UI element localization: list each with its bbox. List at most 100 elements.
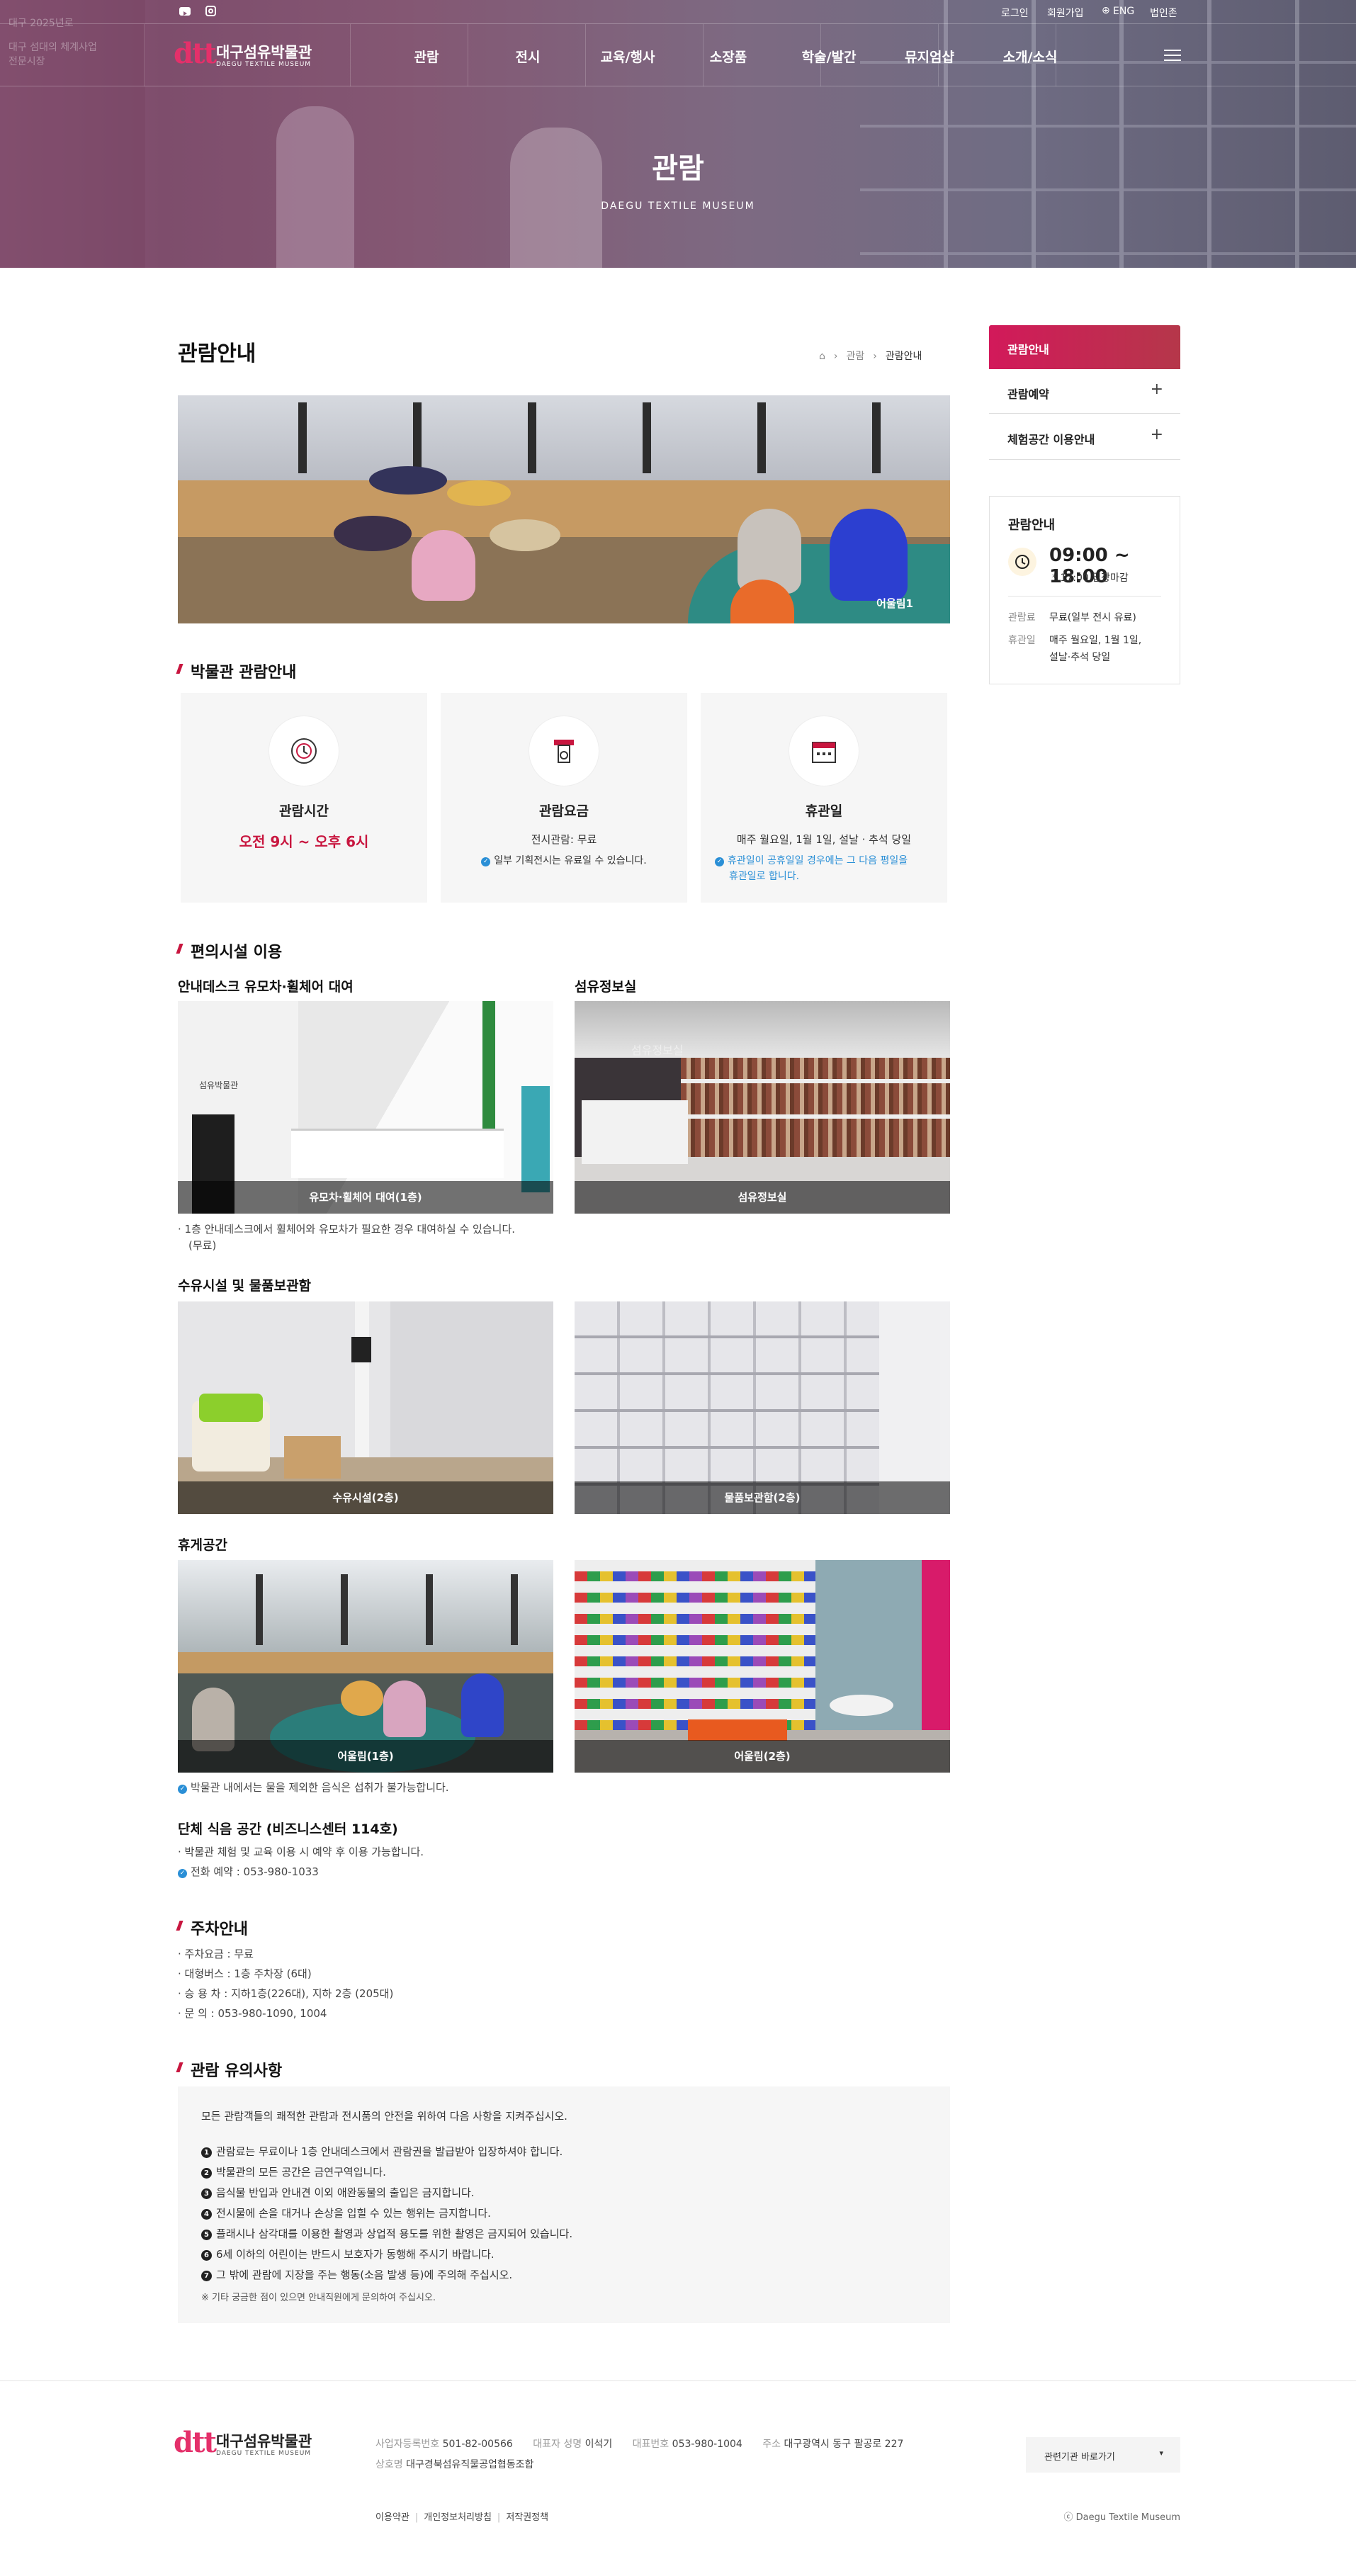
fee-label: 관람료	[1008, 612, 1036, 623]
breadcrumb-current: 관람안내	[885, 351, 922, 362]
hero-figure-1	[276, 106, 354, 268]
parking-item: · 주차요금 : 무료	[178, 1948, 254, 1960]
logo-mark: dtt	[174, 37, 217, 70]
logo-text: 대구섬유박물관	[216, 44, 312, 61]
lnb-item-active[interactable]: 관람안내	[989, 325, 1180, 369]
clock-icon	[1008, 548, 1036, 576]
stroller-note: · 1층 안내데스크에서 휠체어와 유모차가 필요한 경우 대여하실 수 있습니…	[178, 1223, 516, 1236]
hero-banner: 대구 2025년로 대구 섬대의 체계사업 전문시장 로그인 회원가입 ⊕ EN…	[0, 0, 1356, 268]
breadcrumb-item[interactable]: 관람	[847, 351, 865, 362]
logo-mark: dtt	[174, 2426, 217, 2459]
copyright: ⓒ Daegu Textile Museum	[1063, 2512, 1180, 2523]
top-utility-bar: 로그인 회원가입 ⊕ ENG 법인존	[0, 0, 1356, 24]
page-title: 관람안내	[178, 341, 256, 366]
notice-intro: 모든 관람객들의 쾌적한 관람과 전시품의 안전을 위하여 다음 사항을 지켜주…	[201, 2110, 567, 2123]
login-link[interactable]: 로그인	[1001, 6, 1029, 20]
chevron-down-icon: ▾	[1159, 2448, 1163, 2458]
group-note: · 박물관 체험 및 교육 이용 시 예약 후 이용 가능합니다.	[178, 1846, 424, 1858]
card-title: 휴관일	[805, 803, 843, 819]
closed-value-2: 설날·추석 당일	[1049, 652, 1111, 663]
group-tel: ✓ 전화 예약 : 053-980-1033	[178, 1864, 319, 1879]
lnb-item-experience[interactable]: 체험공간 이용안내 +	[989, 414, 1180, 460]
rest-note: ✓ 박물관 내에서는 물을 제외한 음식은 섭취가 불가능합니다.	[178, 1780, 449, 1795]
footer-link-privacy[interactable]: 개인정보처리방침	[424, 2512, 492, 2523]
closed-label: 휴관일	[1008, 635, 1036, 646]
info-card-fee: 관람요금 전시관람: 무료 ✓ 일부 기획전시는 유료일 수 있습니다.	[441, 693, 687, 903]
closed-note-2: 휴관일로 합니다.	[729, 871, 800, 882]
instagram-icon[interactable]	[205, 6, 216, 16]
photo-lockers: 물품보관함(2층)	[575, 1301, 950, 1514]
subheading-desk: 안내데스크 유모차·휠체어 대여	[178, 979, 354, 995]
photo-stroller: 섬유박물관 유모차·휠체어 대여(1층)	[178, 1001, 553, 1214]
eng-link[interactable]: ENG	[1113, 6, 1134, 17]
nav-item-shop[interactable]: 뮤지엄샵	[905, 47, 954, 66]
notice-footnote: ※ 기타 궁금한 점이 있으면 안내직원에게 문의하여 주십시오.	[201, 2293, 436, 2303]
closed-note: ✓ 휴관일이 공휴일일 경우에는 그 다음 평일을	[715, 853, 908, 867]
signup-link[interactable]: 회원가입	[1047, 6, 1084, 20]
hours-value: 오전 9시 ~ 오후 6시	[239, 833, 369, 850]
parking-item: · 승 용 차 : 지하1층(226대), 지하 2층 (205대)	[178, 1987, 394, 2000]
logo-text: 대구섬유박물관	[216, 2433, 312, 2450]
info-card-hours: 관람시간 오전 9시 ~ 오후 6시	[181, 693, 427, 903]
photo-caption: 수유시설(2층)	[178, 1481, 553, 1514]
footer-info-line-1: 사업자등록번호 501-82-00566 대표자 성명 이석기 대표번호 053…	[375, 2439, 904, 2450]
footer-links: 이용약관 | 개인정보처리방침 | 저작권정책	[375, 2512, 549, 2523]
corp-zone-link[interactable]: 법인존	[1150, 6, 1177, 20]
main-photo: 어울림1	[178, 395, 950, 623]
nav-item-education[interactable]: 교육/행사	[601, 47, 655, 66]
site-logo[interactable]: dtt 대구섬유박물관 DAEGU TEXTILE MUSEUM	[174, 37, 329, 72]
ticket-icon	[529, 716, 599, 786]
subheading-nursing: 수유시설 및 물품보관함	[178, 1278, 312, 1294]
hero-title: 관람	[652, 152, 704, 185]
notice-rule: 5 플래시나 삼각대를 이용한 촬영과 상업적 용도를 위한 촬영은 금지되어 있…	[201, 2226, 572, 2241]
section-heading-parking: 주차안내	[178, 1916, 248, 1939]
logo-subtext: DAEGU TEXTILE MUSEUM	[216, 61, 312, 68]
logo-subtext: DAEGU TEXTILE MUSEUM	[216, 2450, 312, 2457]
fee-value: 전시관람: 무료	[531, 833, 597, 846]
photo-rest-2: 어울림(2층)	[575, 1560, 950, 1773]
nav-item-collection[interactable]: 소장품	[710, 47, 747, 66]
plus-icon: +	[1150, 380, 1163, 398]
home-icon[interactable]: ⌂	[819, 351, 825, 362]
nav-item-exhibition[interactable]: 전시	[516, 47, 541, 66]
fee-value: 무료(일부 전시 유료)	[1049, 612, 1136, 623]
sidebar-info-box: 관람안내 09:00 ~ 18:00 * 17:00 입장마감 관람료 무료(일…	[989, 496, 1180, 684]
photo-caption: 섬유정보실	[575, 1181, 950, 1214]
footer-logo: dtt 대구섬유박물관 DAEGU TEXTILE MUSEUM	[174, 2426, 329, 2461]
photo-caption: 어울림(1층)	[178, 1740, 553, 1773]
calendar-icon	[789, 716, 859, 786]
sidebar-hours-note: * 17:00 입장마감	[1052, 572, 1129, 584]
parking-item: · 대형버스 : 1층 주차장 (6대)	[178, 1967, 312, 1980]
youtube-icon[interactable]	[179, 7, 191, 16]
notice-rule: 2 박물관의 모든 공간은 금연구역입니다.	[201, 2164, 386, 2179]
nav-item-about[interactable]: 소개/소식	[1003, 47, 1058, 66]
clock-icon	[269, 716, 339, 786]
footer-link-copyright[interactable]: 저작권정책	[506, 2512, 548, 2523]
hero-subtitle: DAEGU TEXTILE MUSEUM	[601, 200, 755, 212]
closed-value: 매주 월요일, 1월 1일, 설날 · 추석 당일	[736, 833, 912, 846]
notice-rule: 6 6세 이하의 어린이는 반드시 보호자가 동행해 주시기 바랍니다.	[201, 2247, 495, 2261]
stroller-note-2: (무료)	[188, 1239, 217, 1252]
nav-item-visit[interactable]: 관람	[414, 47, 439, 66]
photo-nursing: 수유시설(2층)	[178, 1301, 553, 1514]
info-box-title: 관람안내	[1008, 518, 1056, 533]
footer-link-terms[interactable]: 이용약관	[375, 2512, 409, 2523]
nav-item-research[interactable]: 학술/발간	[802, 47, 857, 66]
parking-item: · 문 의 : 053-980-1090, 1004	[178, 2007, 327, 2020]
photo-caption: 유모차·휠체어 대여(1층)	[178, 1181, 553, 1214]
fee-note: ✓ 일부 기획전시는 유료일 수 있습니다.	[441, 853, 687, 867]
notice-rule: 1 관람료는 무료이나 1층 안내데스크에서 관람권을 발급받아 입장하셔야 합니…	[201, 2144, 563, 2159]
lnb-label: 관람안내	[1007, 343, 1049, 356]
closed-value: 매주 월요일, 1월 1일,	[1049, 635, 1142, 646]
lnb-item-reservation[interactable]: 관람예약 +	[989, 369, 1180, 414]
photo-caption: 어울림1	[876, 597, 913, 610]
footer-divider	[0, 2380, 1356, 2381]
related-sites-label: 관련기관 바로가기	[1044, 2452, 1115, 2463]
photo-caption: 어울림(2층)	[575, 1740, 950, 1773]
plus-icon: +	[1150, 426, 1163, 444]
subheading-group-dining: 단체 식음 공간 (비즈니스센터 114호)	[178, 1821, 398, 1837]
subheading-rest: 휴게공간	[178, 1537, 227, 1553]
menu-icon[interactable]	[1164, 50, 1181, 61]
card-title: 관람요금	[539, 803, 589, 819]
related-sites-select[interactable]: 관련기관 바로가기 ▾	[1026, 2437, 1180, 2473]
